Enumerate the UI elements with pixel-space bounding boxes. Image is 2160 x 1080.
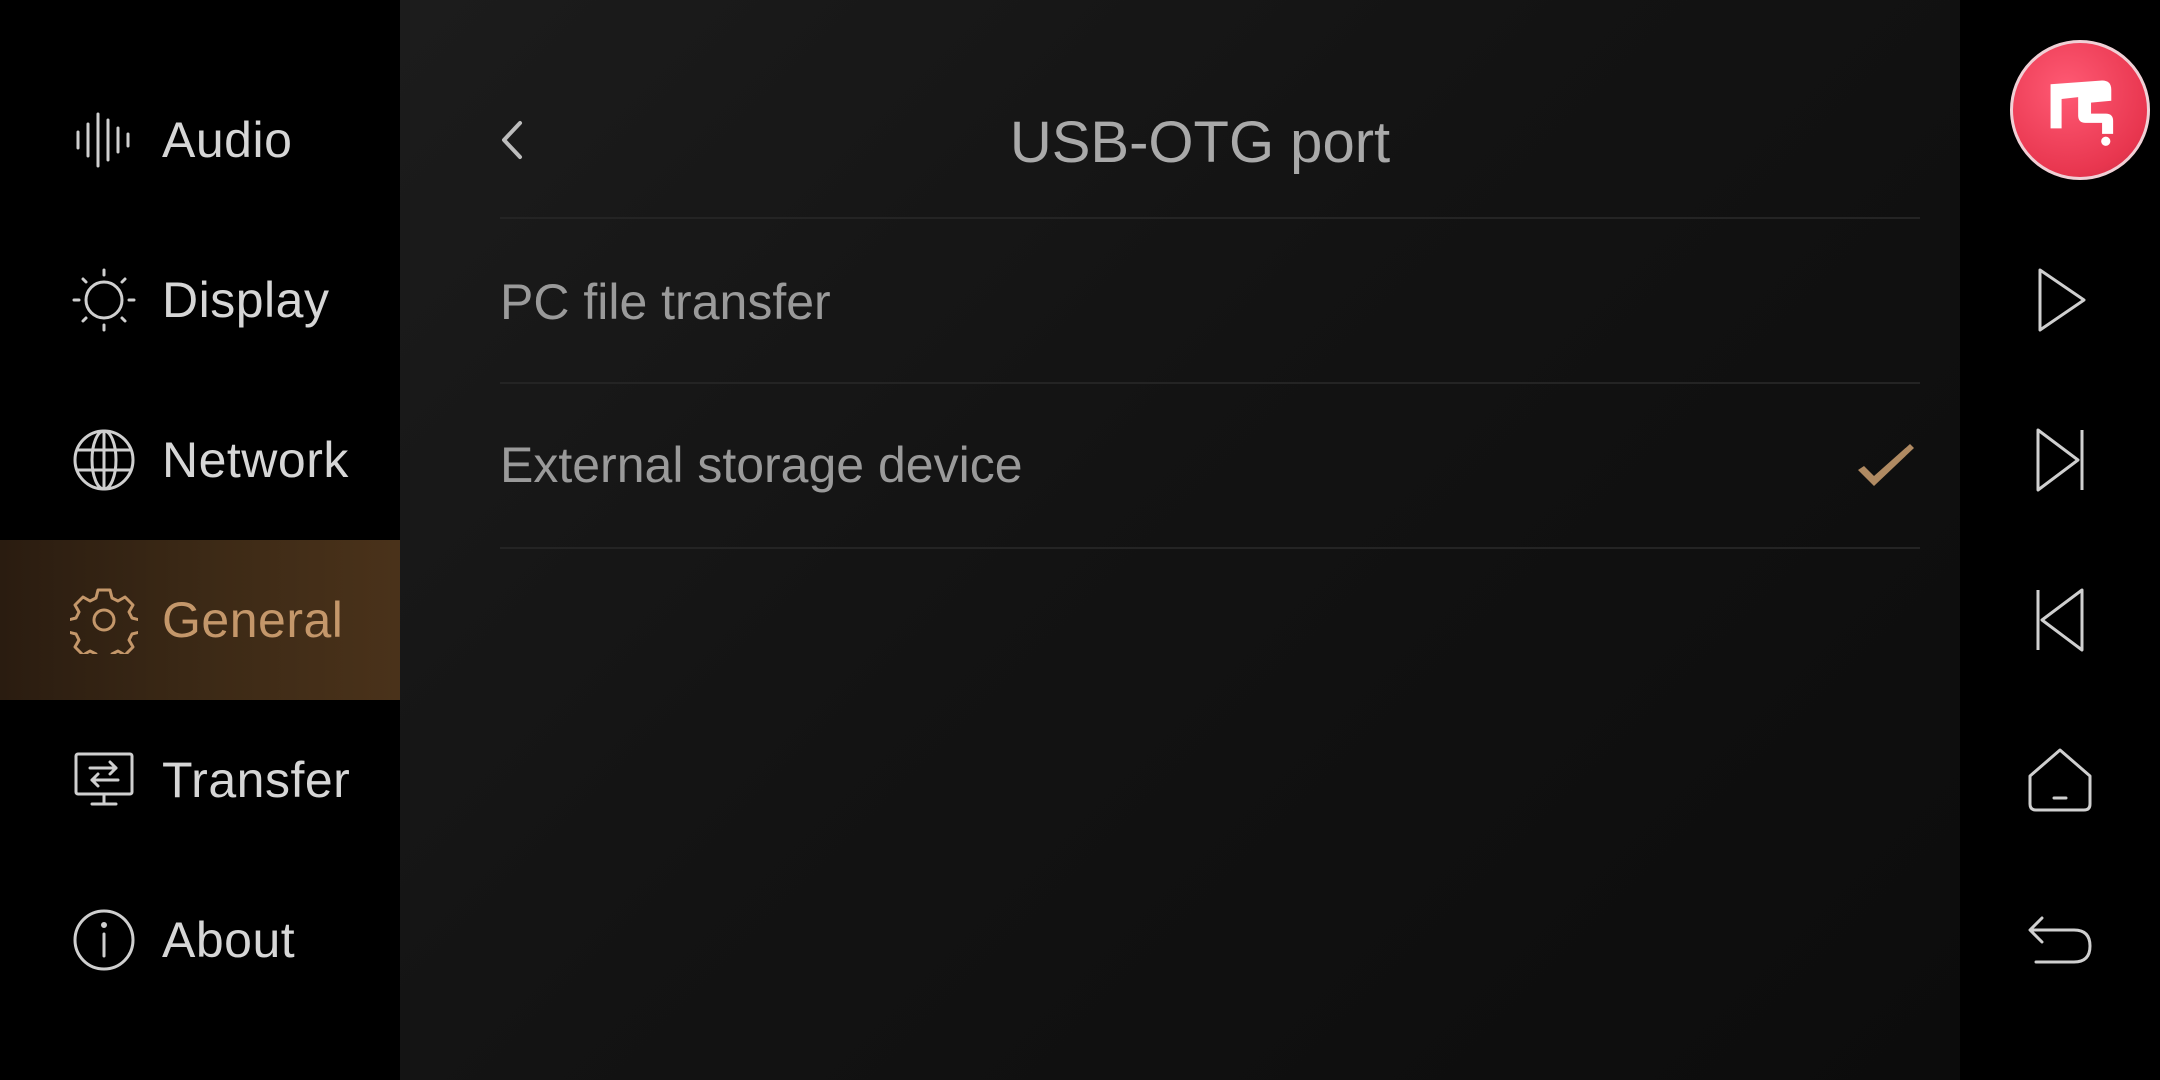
previous-track-button[interactable] [2000,560,2120,680]
checkmark-icon [1858,444,1914,486]
sidebar-item-audio[interactable]: Audio [0,60,400,220]
home-button[interactable] [2000,720,2120,840]
option-label: PC file transfer [500,274,831,330]
sun-icon [70,266,138,334]
sidebar-item-label: About [162,912,296,968]
gear-icon [70,586,138,654]
return-button[interactable] [2000,880,2120,1000]
sidebar-item-general[interactable]: General [0,540,400,700]
main-panel: USB-OTG port PC file transfer External s… [400,0,1960,1080]
sidebar: Audio Display Network General Transfer A… [0,0,400,1080]
monitor-transfer-icon [70,746,138,814]
globe-icon [70,426,138,494]
option-external-storage-device[interactable]: External storage device [500,385,1920,545]
sidebar-item-label: Network [162,432,349,488]
app-logo-button[interactable] [2010,40,2150,180]
sidebar-item-transfer[interactable]: Transfer [0,700,400,860]
option-divider [500,547,1920,549]
option-label: External storage device [500,437,1023,493]
header-divider [500,217,1920,219]
audio-waveform-icon [70,106,138,174]
sidebar-item-label: Audio [162,112,293,168]
option-pc-file-transfer[interactable]: PC file transfer [500,222,1920,382]
next-track-button[interactable] [2000,400,2120,520]
home-icon [2028,748,2092,812]
sidebar-item-label: Display [162,272,330,328]
app-logo-icon [2050,80,2114,146]
sidebar-item-display[interactable]: Display [0,220,400,380]
info-icon [70,906,138,974]
play-icon [2038,268,2086,332]
sidebar-item-label: Transfer [162,752,351,808]
back-icon [2028,916,2092,964]
page-title: USB-OTG port [1009,110,1391,175]
play-button[interactable] [2000,240,2120,360]
previous-track-icon [2036,588,2084,652]
sidebar-item-label: General [162,592,344,648]
option-divider [500,382,1920,384]
next-track-icon [2036,428,2084,492]
settings-screen: Audio Display Network General Transfer A… [0,0,2160,1080]
sidebar-item-about[interactable]: About [0,860,400,1020]
sidebar-item-network[interactable]: Network [0,380,400,540]
